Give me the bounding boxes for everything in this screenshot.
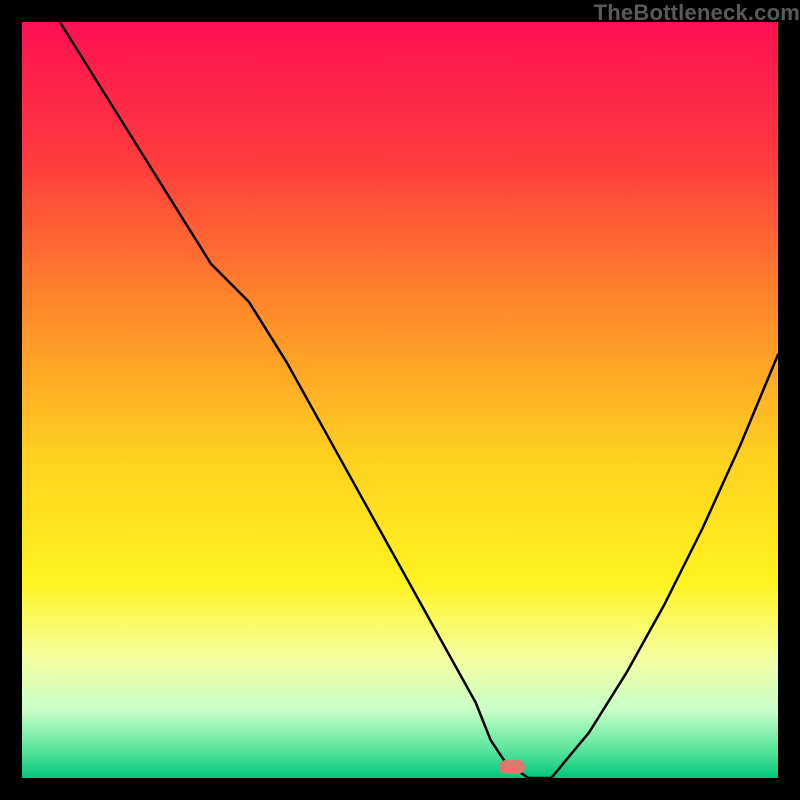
- chart-frame: TheBottleneck.com: [0, 0, 800, 800]
- bottleneck-curve-svg: [22, 22, 778, 778]
- bottleneck-curve-path: [60, 22, 778, 778]
- plot-area: [22, 22, 778, 778]
- optimal-marker: [499, 760, 525, 774]
- watermark-label: TheBottleneck.com: [594, 0, 800, 26]
